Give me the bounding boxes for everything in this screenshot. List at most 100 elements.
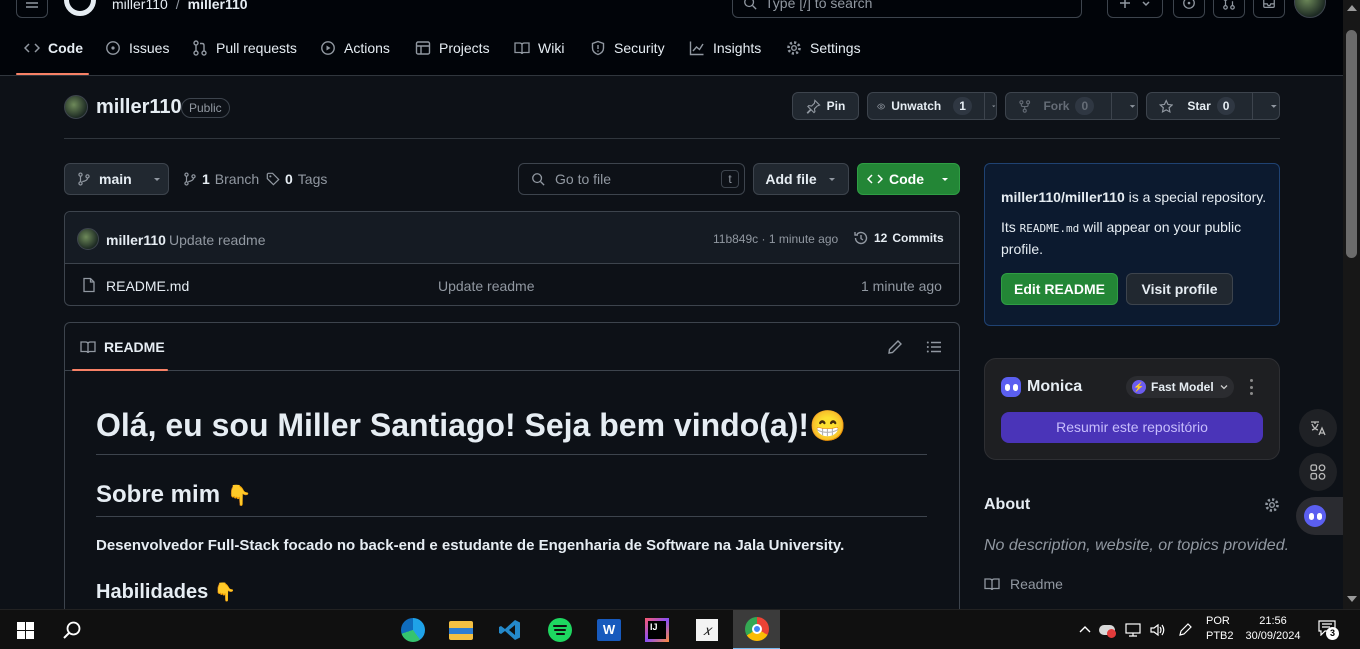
tab-security[interactable]: Security xyxy=(590,20,665,76)
tab-issues[interactable]: Issues xyxy=(105,20,169,76)
branch-select[interactable]: main xyxy=(64,163,169,195)
add-file-button[interactable]: Add file xyxy=(753,163,849,195)
branch-label: Branch xyxy=(214,171,260,187)
volume-icon[interactable] xyxy=(1149,622,1165,638)
vscode-app-icon[interactable] xyxy=(490,614,530,646)
edge-app-icon[interactable] xyxy=(393,614,433,646)
xampp-app-icon[interactable]: 𝑥 xyxy=(687,614,727,646)
language-indicator[interactable]: POR PTB2 xyxy=(1206,614,1234,644)
commit-hash-time[interactable]: 11b849c · 1 minute ago xyxy=(713,232,838,246)
user-avatar[interactable] xyxy=(1294,0,1326,18)
branches-link[interactable]: 1 Branch xyxy=(183,171,259,187)
chevron-down-icon xyxy=(942,178,948,181)
file-explorer-app-icon[interactable] xyxy=(441,614,481,646)
readme-filename: README.md xyxy=(1019,222,1080,235)
gear-icon[interactable] xyxy=(1264,497,1280,513)
fork-icon xyxy=(1019,99,1031,113)
its-text: Its xyxy=(1001,219,1020,235)
pencil-icon[interactable] xyxy=(887,339,903,355)
pen-icon[interactable] xyxy=(1177,622,1193,638)
tab-code[interactable]: Code xyxy=(24,20,83,76)
chevron-up-icon[interactable] xyxy=(1079,624,1091,636)
go-to-file-placeholder: Go to file xyxy=(555,171,612,187)
pull-requests-shortcut-button[interactable] xyxy=(1213,0,1245,18)
chevron-down-icon xyxy=(1142,1,1150,7)
code-button[interactable]: Code xyxy=(857,163,960,195)
chevron-down-icon xyxy=(1220,385,1228,390)
clock[interactable]: 21:56 30/09/2024 xyxy=(1243,614,1303,644)
readme-heading-skills: Habilidades 👇 xyxy=(96,581,236,604)
outline-list-icon[interactable] xyxy=(926,339,942,355)
breadcrumb-repo[interactable]: miller110 xyxy=(188,0,248,12)
scroll-down-arrow[interactable] xyxy=(1347,596,1357,602)
tab-settings[interactable]: Settings xyxy=(786,20,861,76)
tab-wiki[interactable]: Wiki xyxy=(514,20,564,76)
shortcut-key: t xyxy=(721,170,739,188)
start-button[interactable] xyxy=(5,614,45,646)
tab-projects[interactable]: Projects xyxy=(415,20,490,76)
translate-float-button[interactable] xyxy=(1299,409,1337,447)
inbox-button[interactable] xyxy=(1253,0,1285,18)
go-to-file-input[interactable]: Go to file t xyxy=(518,163,745,195)
scrollbar-thumb[interactable] xyxy=(1346,30,1357,258)
fork-button[interactable]: Fork 0 xyxy=(1005,92,1138,120)
star-button[interactable]: Star 0 xyxy=(1146,92,1280,120)
spotify-app-icon[interactable] xyxy=(540,614,580,646)
issues-shortcut-button[interactable] xyxy=(1173,0,1205,18)
file-name[interactable]: README.md xyxy=(106,278,189,294)
edit-readme-button[interactable]: Edit README xyxy=(1001,273,1118,305)
breadcrumb-owner[interactable]: miller110 xyxy=(112,0,168,12)
tags-link[interactable]: 0 Tags xyxy=(266,171,327,187)
create-new-button[interactable] xyxy=(1107,0,1163,18)
readme-heading-about: Sobre mim 👇 xyxy=(96,481,252,509)
readme-link[interactable]: Readme xyxy=(984,576,1063,592)
chevron-down-icon[interactable] xyxy=(1269,101,1279,111)
chevron-down-icon[interactable] xyxy=(1128,101,1137,111)
about-title: About xyxy=(984,496,1031,513)
search-taskbar-button[interactable] xyxy=(52,614,92,646)
search-input[interactable]: Type [/] to search xyxy=(732,0,1082,18)
pin-button[interactable]: Pin xyxy=(792,92,859,120)
scroll-up-arrow[interactable] xyxy=(1347,5,1357,11)
monica-float-button[interactable] xyxy=(1296,497,1343,535)
commit-author-avatar[interactable] xyxy=(77,228,99,250)
tab-insights[interactable]: Insights xyxy=(689,20,761,76)
search-icon xyxy=(532,173,545,186)
readme-tab[interactable]: README xyxy=(80,339,165,355)
special-repo-name[interactable]: miller110/miller110 xyxy=(1001,189,1125,205)
special-repo-text-1: is a special repository. xyxy=(1124,189,1267,205)
tag-label: Tags xyxy=(297,171,328,187)
network-icon[interactable] xyxy=(1125,622,1141,638)
commit-author[interactable]: miller110 xyxy=(106,232,166,248)
tab-pull-requests[interactable]: Pull requests xyxy=(192,20,297,76)
more-options-icon[interactable] xyxy=(1249,379,1253,395)
intellij-app-icon[interactable]: IJ xyxy=(637,614,677,646)
branch-count: 1 xyxy=(202,171,210,187)
readme-tab-underline xyxy=(72,369,168,371)
unwatch-button[interactable]: Unwatch 1 xyxy=(867,92,997,120)
hamburger-menu-button[interactable] xyxy=(16,0,48,18)
cloud-sync-icon[interactable] xyxy=(1099,625,1116,638)
monica-model-select[interactable]: ⚡ Fast Model xyxy=(1126,376,1234,398)
repo-name[interactable]: miller110 xyxy=(96,96,182,119)
commit-message[interactable]: Update readme xyxy=(169,232,266,248)
pull-request-icon xyxy=(193,40,207,56)
lightning-icon: ⚡ xyxy=(1132,380,1146,394)
commits-link[interactable]: 12 Commits xyxy=(853,230,944,246)
chrome-app-icon[interactable] xyxy=(733,610,780,649)
notification-center-button[interactable]: 3 xyxy=(1318,620,1340,640)
file-row[interactable]: README.md Update readme 1 minute ago xyxy=(65,265,959,305)
apps-float-button[interactable] xyxy=(1299,453,1337,491)
commits-label: Commits xyxy=(892,231,944,245)
fork-count: 0 xyxy=(1075,97,1095,115)
repo-owner-avatar[interactable] xyxy=(64,95,88,119)
tab-actions[interactable]: Actions xyxy=(320,20,390,76)
github-logo-icon[interactable] xyxy=(64,0,96,16)
visit-profile-button[interactable]: Visit profile xyxy=(1126,273,1233,305)
visibility-badge: Public xyxy=(181,98,230,118)
monica-summarize-button[interactable]: Resumir este repositório xyxy=(1001,412,1263,443)
file-commit-message[interactable]: Update readme xyxy=(438,278,535,294)
word-app-icon[interactable]: W xyxy=(589,614,629,646)
chevron-down-icon[interactable] xyxy=(991,101,997,111)
page-scrollbar[interactable] xyxy=(1343,0,1360,609)
